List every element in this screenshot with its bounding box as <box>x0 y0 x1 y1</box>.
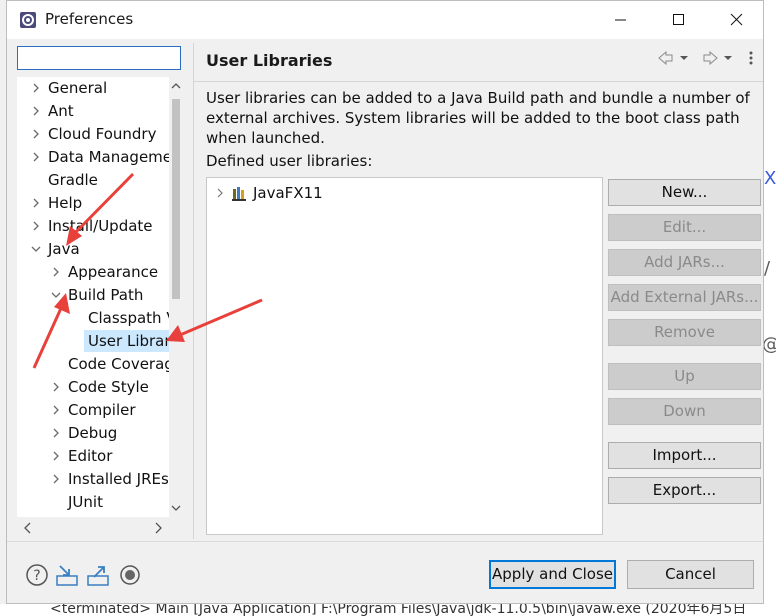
annotation-arrows <box>32 172 263 369</box>
annotation-arrow-to-user-libraries <box>166 298 263 342</box>
annotation-arrow-to-java <box>66 172 135 246</box>
annotation-arrow-to-build-path <box>32 293 70 369</box>
